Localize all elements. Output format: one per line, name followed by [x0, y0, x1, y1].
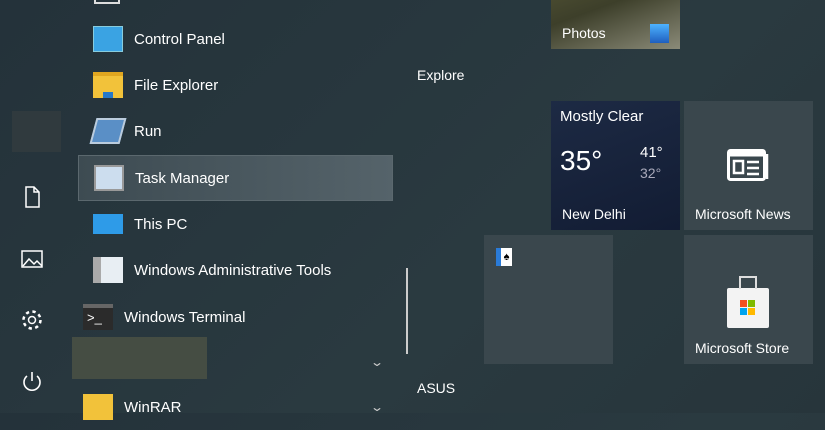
app-file-explorer[interactable]: File Explorer [78, 62, 393, 108]
weather-temp: 35° [560, 145, 603, 176]
document-icon[interactable] [20, 185, 44, 209]
computer-icon [93, 214, 123, 234]
terminal-icon: >_ [83, 304, 113, 330]
redacted-group-header[interactable] [72, 337, 207, 379]
app-control-panel[interactable]: Control Panel [78, 16, 393, 62]
control-panel-icon [93, 26, 123, 52]
scrollbar[interactable] [406, 268, 408, 354]
app-label: File Explorer [134, 76, 219, 94]
app-label: Run [134, 122, 162, 140]
app-label: This PC [134, 215, 188, 233]
solitaire-cards-icon: ♠ [496, 248, 512, 266]
group-header-asus: ASUS [417, 380, 456, 396]
partial-app-icon [94, 0, 120, 4]
folder-icon [93, 72, 123, 98]
tile-microsoft-news[interactable]: Microsoft News [684, 101, 813, 230]
pictures-icon[interactable] [20, 247, 44, 271]
app-task-manager[interactable]: Task Manager [78, 155, 393, 201]
app-admin-tools[interactable]: Windows Administrative Tools [78, 247, 393, 293]
app-run[interactable]: Run [78, 108, 393, 154]
app-winrar-folder[interactable]: WinRAR [68, 384, 383, 430]
tile-solitaire[interactable]: ♠ [484, 235, 613, 364]
task-manager-icon [94, 165, 124, 191]
chevron-down-icon[interactable]: ⌄ [370, 400, 384, 414]
photos-icon [650, 24, 669, 43]
weather-condition: Mostly Clear [560, 108, 644, 125]
app-label: Windows Terminal [124, 308, 246, 326]
news-icon [727, 149, 769, 181]
store-bag-icon [727, 276, 769, 328]
weather-city: New Delhi [562, 206, 626, 222]
tile-label: Photos [562, 25, 606, 41]
app-this-pc[interactable]: This PC [78, 201, 393, 247]
tile-photos[interactable]: Photos [551, 0, 680, 49]
weather-low: 32° [640, 165, 662, 181]
folder-icon [83, 394, 113, 420]
group-header-explore: Explore [417, 67, 465, 83]
app-windows-terminal[interactable]: >_ Windows Terminal [68, 294, 383, 340]
chevron-down-icon[interactable]: ⌄ [370, 355, 384, 369]
user-avatar-placeholder[interactable] [12, 111, 61, 152]
app-label: Windows Administrative Tools [134, 261, 332, 279]
run-icon [89, 118, 127, 144]
admin-tools-icon [93, 257, 123, 283]
tile-label: Microsoft News [695, 206, 791, 222]
power-icon[interactable] [20, 370, 44, 394]
tile-microsoft-store[interactable]: Microsoft Store [684, 235, 813, 364]
tile-weather[interactable]: Mostly Clear 35° 41° 32° New Delhi [551, 101, 680, 230]
app-label: Control Panel [134, 30, 225, 48]
tile-label: Microsoft Store [695, 340, 790, 356]
weather-high: 41° [640, 144, 663, 161]
app-label: Task Manager [135, 169, 230, 187]
settings-gear-icon[interactable] [20, 308, 44, 332]
